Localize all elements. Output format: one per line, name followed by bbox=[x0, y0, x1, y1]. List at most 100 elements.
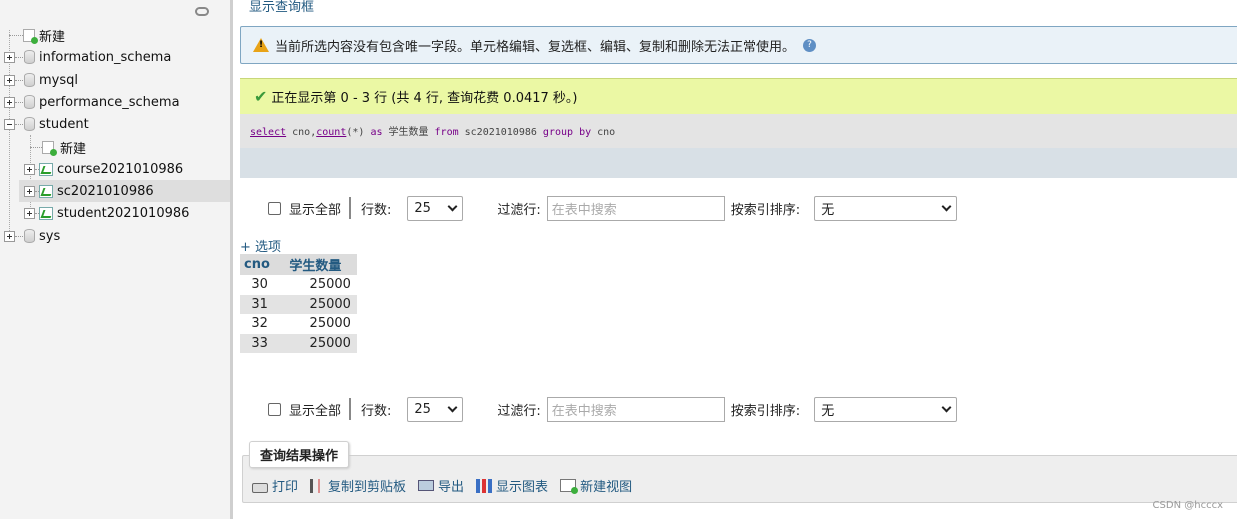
watermark: CSDN @hcccx bbox=[1152, 500, 1223, 511]
database-icon bbox=[24, 95, 35, 109]
sort-select-value: 无 bbox=[821, 403, 835, 419]
tree-item-information-schema[interactable]: information_schema bbox=[4, 46, 171, 68]
tree-item-label[interactable]: sc2021010986 bbox=[57, 184, 154, 199]
copy-icon bbox=[310, 478, 325, 493]
create-view-icon bbox=[560, 479, 579, 494]
separator bbox=[349, 197, 352, 219]
navigation-sidebar: 新建 information_schema mysql performance_… bbox=[0, 0, 233, 519]
tree-item-label[interactable]: course2021010986 bbox=[57, 162, 183, 177]
table-row: 33 25000 bbox=[240, 333, 357, 353]
tree-item-new-database[interactable]: 新建 bbox=[9, 24, 65, 46]
rows-select-value: 25 bbox=[414, 401, 431, 417]
filter-label: 过滤行: bbox=[497, 202, 541, 218]
tree-item-mysql[interactable]: mysql bbox=[4, 69, 78, 91]
chevron-down-icon bbox=[941, 402, 952, 412]
table-row: 32 25000 bbox=[240, 314, 357, 334]
database-icon bbox=[24, 50, 35, 64]
column-header-student-count[interactable]: 学生数量 bbox=[273, 254, 357, 275]
copy-to-clipboard-link[interactable]: 复制到剪贴板 bbox=[328, 476, 406, 495]
tree-item-label[interactable]: 新建 bbox=[39, 26, 65, 45]
tree-item-course-table[interactable]: course2021010986 bbox=[24, 158, 183, 180]
help-icon[interactable]: ? bbox=[803, 38, 817, 52]
print-icon bbox=[252, 482, 268, 493]
tree-item-label[interactable]: student bbox=[39, 117, 89, 132]
tree-item-sc-table[interactable]: sc2021010986 bbox=[19, 180, 230, 202]
filter-input[interactable]: 在表中搜索 bbox=[546, 195, 725, 221]
tree-item-student-table[interactable]: student2021010986 bbox=[24, 202, 189, 224]
export-icon bbox=[418, 480, 435, 491]
tree-item-performance-schema[interactable]: performance_schema bbox=[4, 91, 180, 113]
new-table-icon bbox=[42, 140, 57, 156]
show-all-label[interactable]: 显示全部 bbox=[289, 400, 341, 419]
sql-keyword: group bbox=[542, 127, 574, 138]
expand-icon[interactable] bbox=[24, 163, 35, 175]
tree-item-student[interactable]: student bbox=[4, 113, 89, 135]
expand-icon[interactable] bbox=[4, 230, 15, 242]
sql-text: 学生数量 bbox=[382, 127, 435, 138]
expand-icon[interactable] bbox=[4, 74, 15, 86]
warning-text: 当前所选内容没有包含唯一字段。单元格编辑、复选框、编辑、复制和删除无法正常使用。 bbox=[275, 39, 796, 55]
table-cell: 25000 bbox=[273, 333, 357, 353]
tree-item-label[interactable]: mysql bbox=[39, 73, 78, 88]
show-all-label[interactable]: 显示全部 bbox=[289, 199, 341, 218]
sql-keyword[interactable]: select bbox=[250, 127, 286, 138]
success-notice: ✔ 正在显示第 0 - 3 行 (共 4 行, 查询花费 0.0417 秒。) bbox=[240, 78, 1237, 114]
rows-select[interactable]: 25 bbox=[407, 195, 464, 221]
show-all-checkbox[interactable] bbox=[268, 201, 281, 215]
sql-text: cno, bbox=[286, 127, 317, 138]
column-header-cno[interactable]: cno bbox=[240, 254, 274, 275]
expand-icon[interactable] bbox=[24, 207, 35, 219]
options-link[interactable]: + 选项 bbox=[240, 236, 281, 255]
show-all-checkbox[interactable] bbox=[268, 402, 281, 416]
tree-item-sys[interactable]: sys bbox=[4, 225, 60, 247]
collapse-icon[interactable] bbox=[4, 118, 15, 130]
tree-connector bbox=[15, 235, 23, 237]
create-view-link[interactable]: 新建视图 bbox=[580, 476, 632, 495]
sql-function[interactable]: count bbox=[316, 127, 346, 138]
filter-label: 过滤行: bbox=[497, 403, 541, 419]
tree-item-label[interactable]: performance_schema bbox=[39, 95, 180, 110]
print-link[interactable]: 打印 bbox=[272, 476, 298, 495]
sql-text: (*) bbox=[346, 127, 371, 138]
expand-icon[interactable] bbox=[4, 51, 15, 63]
chevron-down-icon bbox=[447, 201, 458, 211]
sort-select-value: 无 bbox=[821, 202, 835, 218]
sort-select[interactable]: 无 bbox=[814, 195, 958, 221]
tree-item-label[interactable]: information_schema bbox=[39, 50, 171, 65]
table-navigation-bottom: 显示全部 行数: 25 过滤行: 在表中搜索 按索引排序: 无 bbox=[240, 396, 1237, 422]
warning-icon bbox=[253, 38, 269, 52]
show-query-box-link[interactable]: 显示查询框 bbox=[249, 0, 314, 15]
export-link[interactable]: 导出 bbox=[438, 476, 464, 495]
operations-legend: 查询结果操作 bbox=[249, 441, 350, 468]
link-icon[interactable] bbox=[195, 7, 209, 16]
table-navigation-top: 显示全部 行数: 25 过滤行: 在表中搜索 按索引排序: 无 bbox=[240, 195, 1237, 221]
sort-label: 按索引排序: bbox=[730, 202, 801, 218]
sort-select[interactable]: 无 bbox=[814, 396, 958, 422]
table-icon bbox=[39, 162, 53, 176]
filter-input[interactable]: 在表中搜索 bbox=[546, 396, 725, 422]
tree-item-label[interactable]: sys bbox=[39, 229, 60, 244]
tree-item-label[interactable]: student2021010986 bbox=[57, 206, 189, 221]
table-cell: 25000 bbox=[273, 275, 357, 295]
display-chart-link[interactable]: 显示图表 bbox=[496, 476, 548, 495]
table-cell: 30 bbox=[240, 275, 274, 295]
tree-item-label[interactable]: 新建 bbox=[60, 138, 86, 157]
tree-item-new-table[interactable]: 新建 bbox=[30, 136, 86, 158]
rows-select[interactable]: 25 bbox=[407, 396, 464, 422]
table-cell: 31 bbox=[240, 294, 274, 314]
rows-label: 行数: bbox=[361, 202, 392, 218]
sql-text: cno bbox=[591, 127, 616, 138]
new-database-icon bbox=[23, 28, 38, 44]
main-content: 显示查询框 当前所选内容没有包含唯一字段。单元格编辑、复选框、编辑、复制和删除无… bbox=[236, 0, 1237, 519]
sql-text: sc2021010986 bbox=[458, 127, 543, 138]
database-icon bbox=[24, 229, 35, 243]
result-table: cno 学生数量 30 25000 31 25000 32 25000 33 2… bbox=[240, 254, 357, 353]
expand-icon[interactable] bbox=[24, 185, 35, 197]
tree-connector bbox=[15, 56, 23, 58]
sql-keyword: as bbox=[370, 127, 383, 138]
sql-keyword: from bbox=[434, 127, 459, 138]
operations-links: 打印 复制到剪贴板 导出 显示图表 新建视图 bbox=[252, 476, 640, 495]
table-header-row: cno 学生数量 bbox=[240, 254, 357, 275]
expand-icon[interactable] bbox=[4, 96, 15, 108]
table-icon bbox=[39, 184, 53, 198]
